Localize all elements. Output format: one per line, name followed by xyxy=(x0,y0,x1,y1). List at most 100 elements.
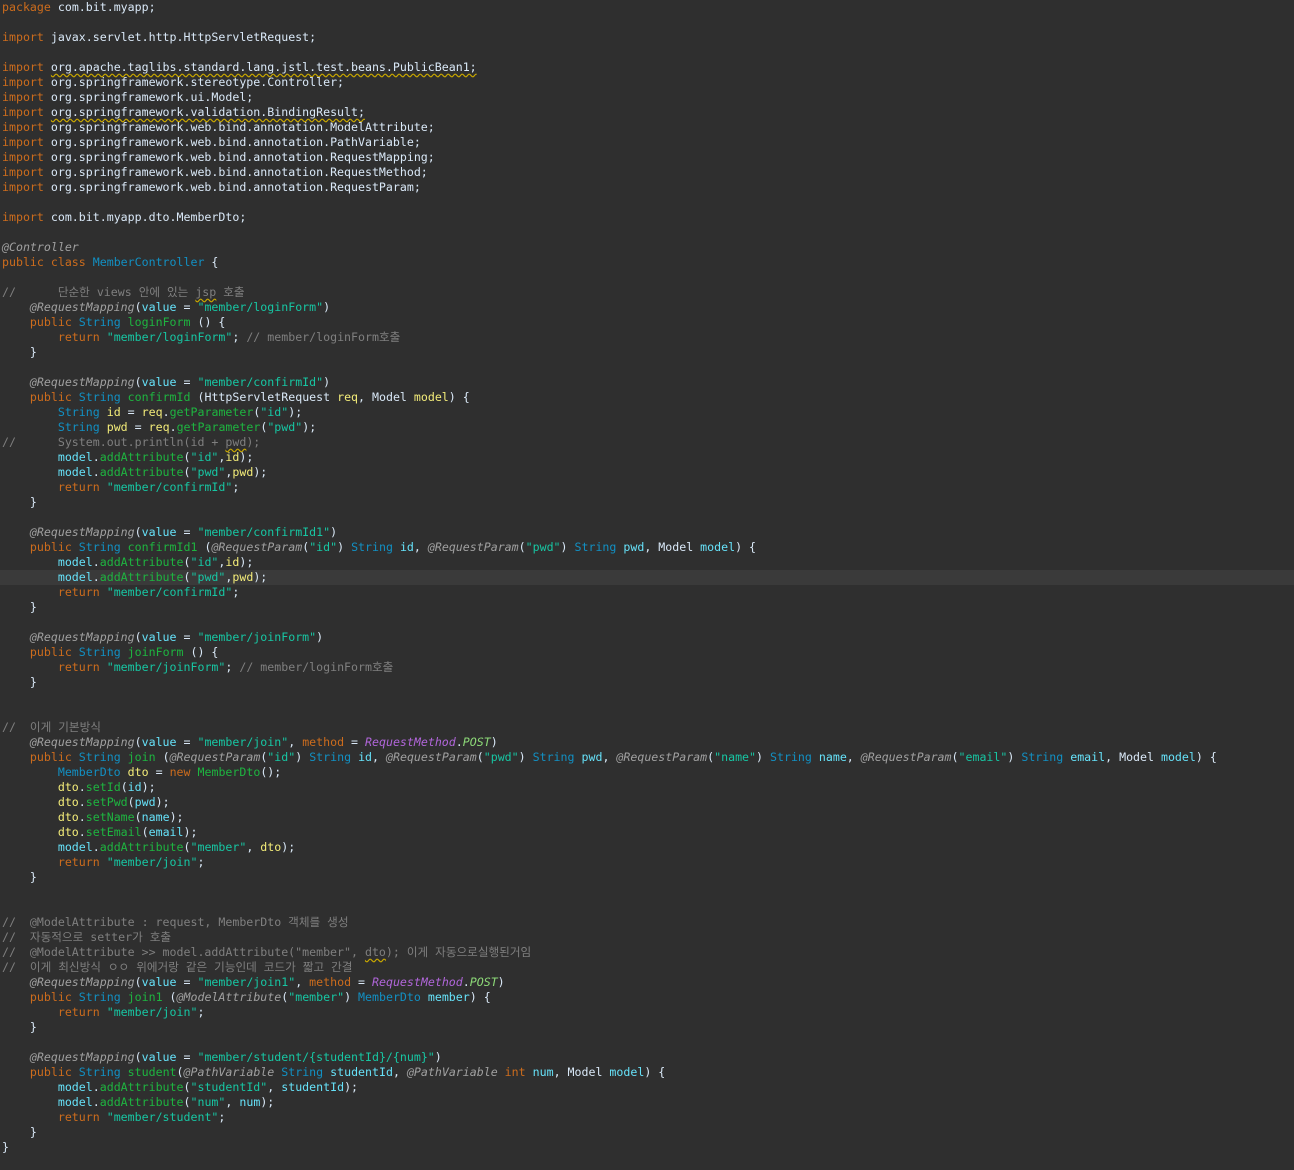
code-line[interactable]: // 이게 기본방식 xyxy=(0,720,1294,735)
code-line[interactable]: @RequestMapping(value = "member/join1", … xyxy=(0,975,1294,990)
code-line[interactable]: import org.springframework.web.bind.anno… xyxy=(0,150,1294,165)
code-line[interactable]: } xyxy=(0,495,1294,510)
code-line[interactable] xyxy=(0,15,1294,30)
code-line[interactable]: // System.out.println(id + pwd); xyxy=(0,435,1294,450)
code-line[interactable]: dto.setName(name); xyxy=(0,810,1294,825)
code-line[interactable]: public String loginForm () { xyxy=(0,315,1294,330)
code-line[interactable]: public String student(@PathVariable Stri… xyxy=(0,1065,1294,1080)
code-line[interactable]: public String joinForm () { xyxy=(0,645,1294,660)
code-line[interactable]: MemberDto dto = new MemberDto(); xyxy=(0,765,1294,780)
code-line[interactable]: import com.bit.myapp.dto.MemberDto; xyxy=(0,210,1294,225)
code-token: @RequestMapping xyxy=(29,525,135,539)
code-token: // 자동적으로 setter가 호출 xyxy=(2,930,172,944)
code-line[interactable]: package com.bit.myapp; xyxy=(0,0,1294,15)
code-line[interactable] xyxy=(0,705,1294,720)
code-token: return xyxy=(57,585,100,599)
code-line[interactable] xyxy=(0,1035,1294,1050)
code-line[interactable]: import org.springframework.stereotype.Co… xyxy=(0,75,1294,90)
code-line[interactable]: model.addAttribute("id",id); xyxy=(0,555,1294,570)
code-line[interactable]: } xyxy=(0,1125,1294,1140)
code-editor[interactable]: package com.bit.myapp; import javax.servl… xyxy=(0,0,1294,1170)
code-line[interactable]: // @ModelAttribute >> model.addAttribute… xyxy=(0,945,1294,960)
code-line[interactable]: String id = req.getParameter("id"); xyxy=(0,405,1294,420)
code-line[interactable]: return "member/confirmId"; xyxy=(0,480,1294,495)
code-token: pwd xyxy=(581,750,603,764)
code-line[interactable] xyxy=(0,615,1294,630)
code-line[interactable] xyxy=(0,690,1294,705)
code-token: public xyxy=(29,1065,72,1079)
code-line[interactable]: String pwd = req.getParameter("pwd"); xyxy=(0,420,1294,435)
code-line[interactable]: model.addAttribute("id",id); xyxy=(0,450,1294,465)
code-line[interactable]: @RequestMapping(value = "member/student/… xyxy=(0,1050,1294,1065)
code-line[interactable]: import org.springframework.web.bind.anno… xyxy=(0,180,1294,195)
code-line[interactable]: dto.setEmail(email); xyxy=(0,825,1294,840)
code-line[interactable]: // 자동적으로 setter가 호출 xyxy=(0,930,1294,945)
code-token: name xyxy=(141,810,170,824)
code-line[interactable]: model.addAttribute("member", dto); xyxy=(0,840,1294,855)
code-line[interactable]: @RequestMapping(value = "member/loginFor… xyxy=(0,300,1294,315)
code-line[interactable]: public String confirmId (HttpServletRequ… xyxy=(0,390,1294,405)
code-token: id xyxy=(399,540,414,554)
code-line[interactable]: public String confirmId1 (@RequestParam(… xyxy=(0,540,1294,555)
code-line[interactable]: } xyxy=(0,675,1294,690)
code-line[interactable]: model.addAttribute("pwd",pwd); xyxy=(0,570,1294,585)
code-line[interactable]: public String join (@RequestParam("id") … xyxy=(0,750,1294,765)
code-line[interactable] xyxy=(0,195,1294,210)
code-line[interactable]: public class MemberController { xyxy=(0,255,1294,270)
code-line[interactable]: return "member/loginForm"; // member/log… xyxy=(0,330,1294,345)
code-line[interactable]: // @ModelAttribute : request, MemberDto … xyxy=(0,915,1294,930)
code-line[interactable] xyxy=(0,885,1294,900)
code-line[interactable]: dto.setId(id); xyxy=(0,780,1294,795)
code-line[interactable]: import org.apache.taglibs.standard.lang.… xyxy=(0,60,1294,75)
code-token: public xyxy=(29,315,72,329)
code-line[interactable]: } xyxy=(0,1140,1294,1155)
code-token: ) xyxy=(1007,750,1022,764)
code-line[interactable]: import org.springframework.web.bind.anno… xyxy=(0,120,1294,135)
code-line[interactable]: return "member/joinForm"; // member/logi… xyxy=(0,660,1294,675)
code-line[interactable]: import org.springframework.ui.Model; xyxy=(0,90,1294,105)
code-token: String xyxy=(57,420,100,434)
code-line[interactable]: // 단순한 views 안에 있는 jsp 호출 xyxy=(0,285,1294,300)
code-line[interactable]: import org.springframework.web.bind.anno… xyxy=(0,165,1294,180)
code-line[interactable]: import org.springframework.validation.Bi… xyxy=(0,105,1294,120)
code-line[interactable]: return "member/confirmId"; xyxy=(0,585,1294,600)
code-line[interactable]: public String join1 (@ModelAttribute("me… xyxy=(0,990,1294,1005)
code-line[interactable]: } xyxy=(0,870,1294,885)
code-line[interactable] xyxy=(0,225,1294,240)
code-token: , xyxy=(225,1095,240,1109)
code-token: public class xyxy=(2,255,86,269)
code-line[interactable]: } xyxy=(0,345,1294,360)
code-line[interactable] xyxy=(0,510,1294,525)
code-line[interactable]: // 이게 최신방식 ㅇㅇ 위에거랑 같은 기능인데 코드가 짧고 간결 xyxy=(0,960,1294,975)
code-line[interactable]: } xyxy=(0,600,1294,615)
code-line[interactable]: @RequestMapping(value = "member/join", m… xyxy=(0,735,1294,750)
code-line[interactable] xyxy=(0,360,1294,375)
code-line[interactable]: return "member/join"; xyxy=(0,855,1294,870)
code-line[interactable]: model.addAttribute("pwd",pwd); xyxy=(0,465,1294,480)
code-line[interactable]: import org.springframework.web.bind.anno… xyxy=(0,135,1294,150)
code-token: ; xyxy=(197,855,205,869)
code-line[interactable]: return "member/join"; xyxy=(0,1005,1294,1020)
code-line[interactable]: @Controller xyxy=(0,240,1294,255)
code-line[interactable]: model.addAttribute("studentId", studentI… xyxy=(0,1080,1294,1095)
code-token: . xyxy=(92,1080,100,1094)
code-line[interactable]: @RequestMapping(value = "member/joinForm… xyxy=(0,630,1294,645)
code-line[interactable]: return "member/student"; xyxy=(0,1110,1294,1125)
code-line[interactable] xyxy=(0,45,1294,60)
code-token: . xyxy=(78,825,86,839)
code-line[interactable]: dto.setPwd(pwd); xyxy=(0,795,1294,810)
code-line[interactable] xyxy=(0,900,1294,915)
code-line[interactable]: @RequestMapping(value = "member/confirmI… xyxy=(0,525,1294,540)
code-token: , Model xyxy=(358,390,414,404)
code-line[interactable]: @RequestMapping(value = "member/confirmI… xyxy=(0,375,1294,390)
code-token: @RequestMapping xyxy=(29,735,135,749)
code-line[interactable]: } xyxy=(0,1020,1294,1035)
code-line[interactable]: model.addAttribute("num", num); xyxy=(0,1095,1294,1110)
code-line[interactable] xyxy=(0,270,1294,285)
code-token: com.bit.myapp; xyxy=(50,0,156,14)
code-line[interactable]: import javax.servlet.http.HttpServletReq… xyxy=(0,30,1294,45)
